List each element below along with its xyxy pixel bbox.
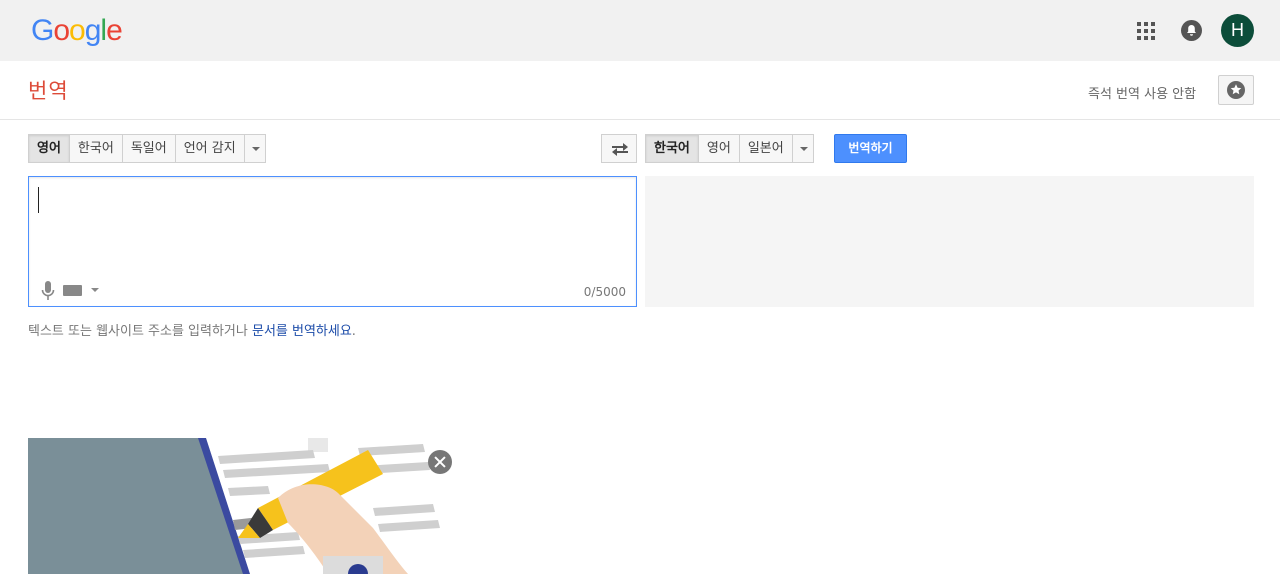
character-count: 0/5000 xyxy=(583,285,626,299)
sub-header: 번역 즉석 번역 사용 안함 xyxy=(0,61,1280,120)
microphone-icon[interactable] xyxy=(41,281,55,301)
text-cursor xyxy=(38,187,39,213)
hint-text: 텍스트 또는 웹사이트 주소를 입력하거나 xyxy=(28,324,252,339)
swap-languages-button[interactable] xyxy=(601,134,637,163)
target-lang-english[interactable]: 영어 xyxy=(697,134,739,163)
target-language-bar: 한국어 영어 일본어 xyxy=(645,134,814,163)
source-lang-german[interactable]: 독일어 xyxy=(121,134,175,163)
account-avatar[interactable]: H xyxy=(1221,14,1254,47)
document-highlighter-illustration xyxy=(198,438,465,574)
promo-card[interactable] xyxy=(28,438,465,574)
translate-document-link[interactable]: 문서를 번역하세요 xyxy=(252,324,352,339)
close-icon[interactable] xyxy=(428,450,452,474)
logo-letter: G xyxy=(31,14,54,47)
logo-letter: g xyxy=(84,14,102,47)
star-icon xyxy=(1227,81,1245,99)
notifications-bell-icon[interactable] xyxy=(1181,20,1202,41)
translate-button[interactable]: 번역하기 xyxy=(834,134,907,163)
page-title: 번역 xyxy=(28,79,69,103)
top-bar: Google H xyxy=(0,0,1280,61)
input-tools-dropdown-icon[interactable] xyxy=(91,288,99,292)
input-hint: 텍스트 또는 웹사이트 주소를 입력하거나 문서를 번역하세요. xyxy=(28,320,356,339)
keyboard-icon[interactable] xyxy=(63,285,82,296)
source-text-input[interactable]: 0/5000 xyxy=(28,176,637,307)
apps-grid-icon[interactable] xyxy=(1137,22,1155,40)
logo-letter: o xyxy=(69,14,86,47)
source-lang-korean[interactable]: 한국어 xyxy=(68,134,122,163)
hint-suffix: . xyxy=(351,324,356,339)
target-lang-korean[interactable]: 한국어 xyxy=(645,134,698,163)
saved-phrasebook-button[interactable] xyxy=(1218,75,1254,105)
instant-translation-toggle[interactable]: 즉석 번역 사용 안함 xyxy=(1088,83,1196,102)
target-lang-japanese[interactable]: 일본어 xyxy=(738,134,792,163)
google-logo[interactable]: Google xyxy=(31,13,123,49)
logo-letter: e xyxy=(106,14,123,47)
source-lang-dropdown[interactable] xyxy=(243,134,266,163)
source-lang-english[interactable]: 영어 xyxy=(28,134,69,163)
source-lang-detect[interactable]: 언어 감지 xyxy=(174,134,244,163)
swap-icon xyxy=(612,143,628,156)
logo-letter: o xyxy=(53,14,70,47)
target-lang-dropdown[interactable] xyxy=(791,134,814,163)
source-language-bar: 영어 한국어 독일어 언어 감지 xyxy=(28,134,266,163)
translation-output xyxy=(645,176,1254,307)
